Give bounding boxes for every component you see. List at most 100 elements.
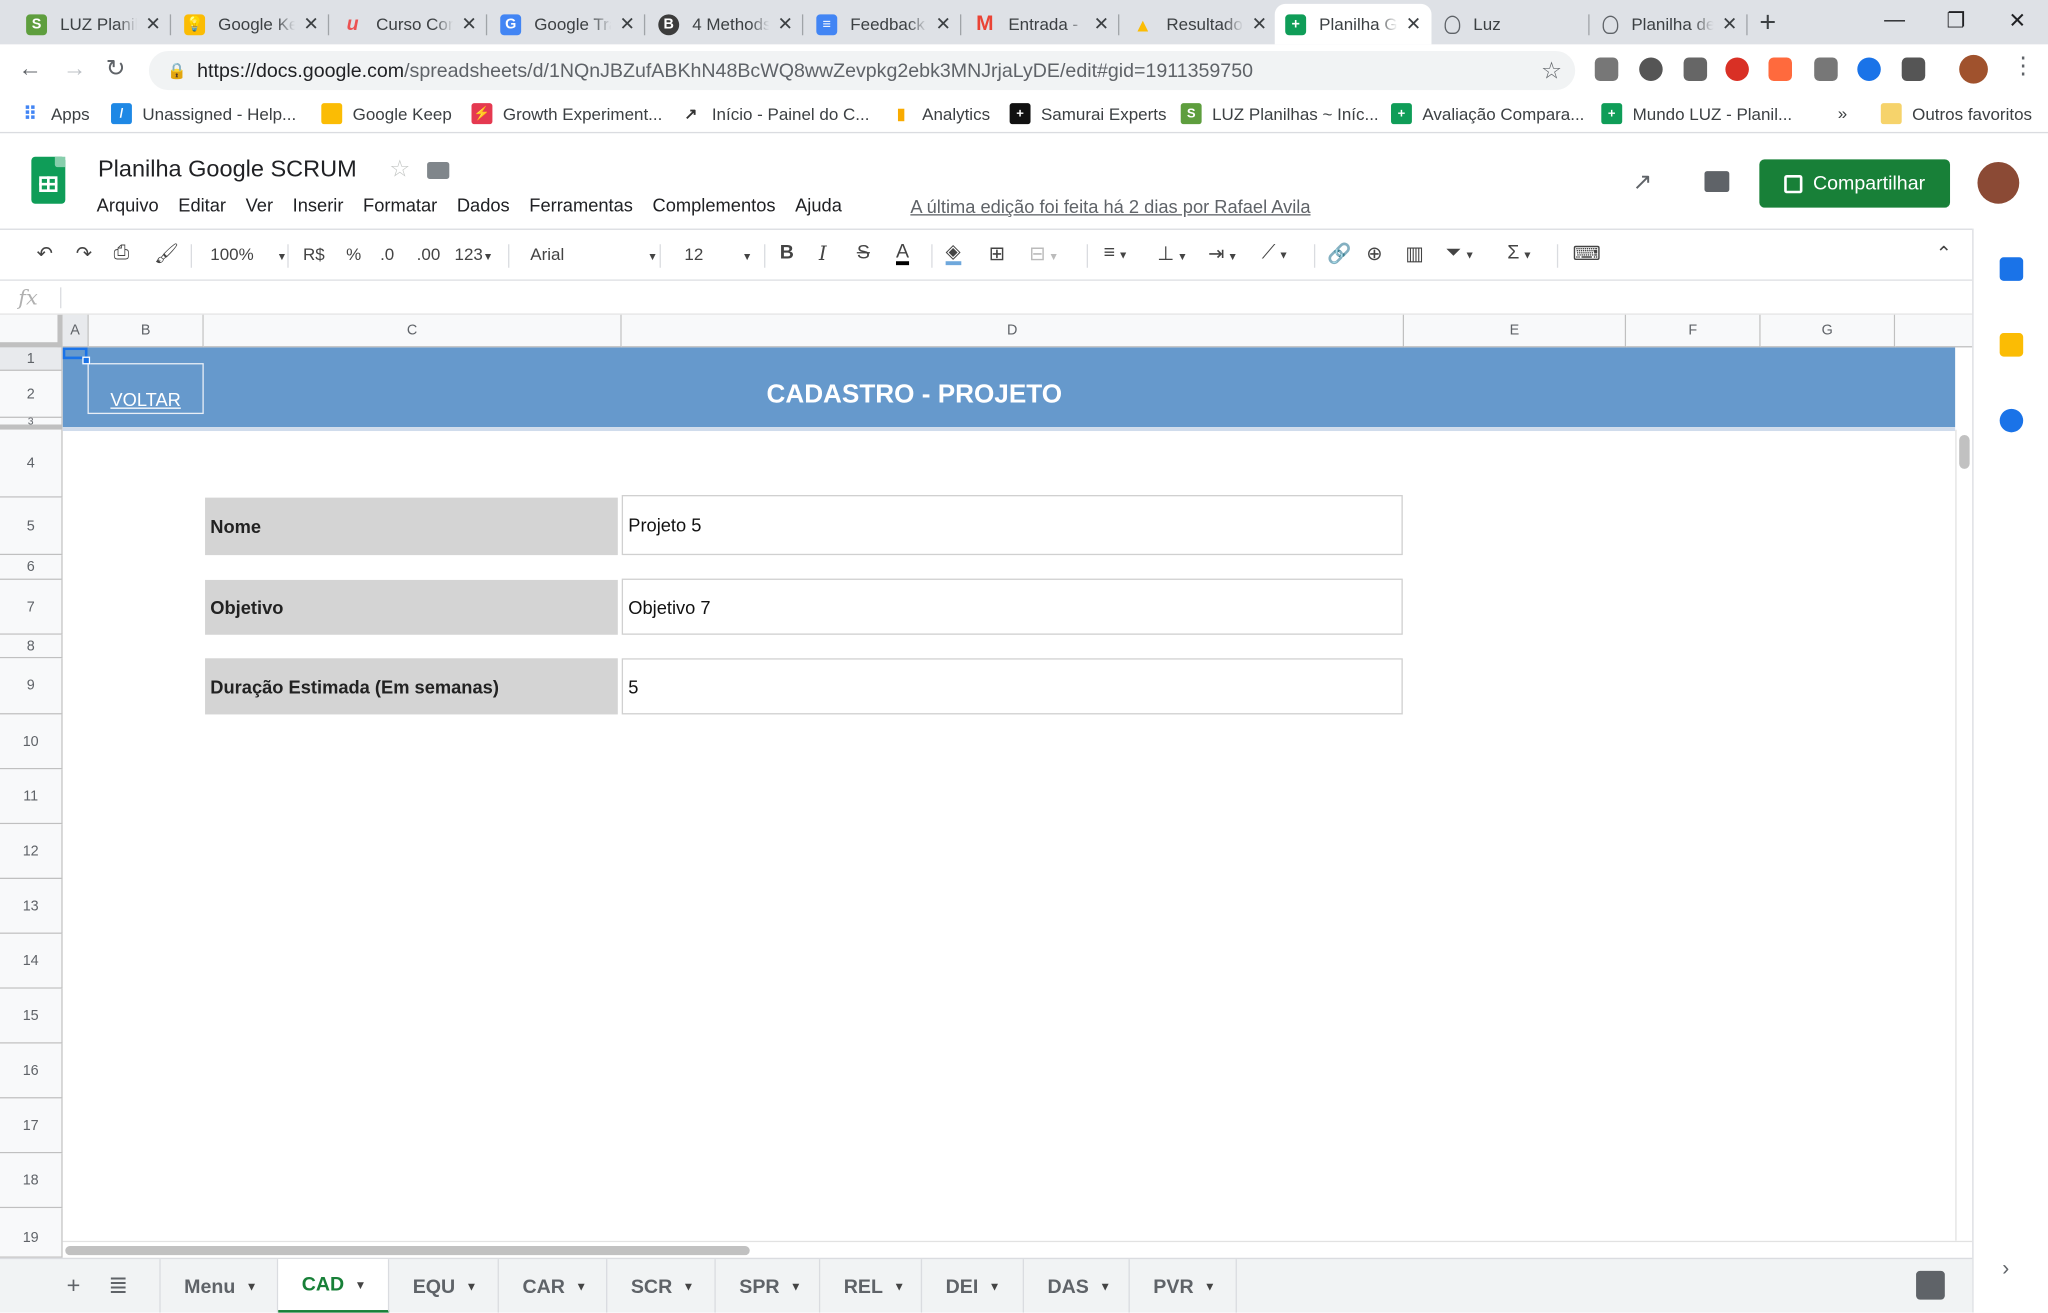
collapse-toolbar-icon[interactable]: ⌃ xyxy=(1936,242,1952,265)
row-header-16[interactable]: 16 xyxy=(0,1043,63,1099)
merge-cells-icon[interactable]: ⊟ ▼ xyxy=(1029,242,1059,265)
text-rotation-icon[interactable]: ⟋ ▼ xyxy=(1262,242,1289,264)
sheet-tab-scr[interactable]: SCR ▼ xyxy=(607,1259,716,1313)
functions-icon[interactable]: Σ ▼ xyxy=(1507,242,1532,264)
address-bar[interactable]: 🔒 https://docs.google.com/spreadsheets/d… xyxy=(148,50,1576,91)
sheet-tab-pvr[interactable]: PVR ▼ xyxy=(1130,1259,1237,1313)
account-avatar[interactable] xyxy=(1977,161,2020,204)
browser-tab-4-methods[interactable]: B 4 Methods ✕ xyxy=(648,4,804,44)
bookmark-luz-planilhas[interactable]: S LUZ Planilhas ~ Iníc... xyxy=(1180,103,1379,125)
text-wrap-icon[interactable]: ⇥ ▼ xyxy=(1208,242,1238,265)
column-header-f[interactable]: F xyxy=(1626,314,1761,348)
print-icon[interactable]: ⎙ xyxy=(114,242,130,264)
explore-icon[interactable] xyxy=(1916,1270,1945,1300)
insert-link-icon[interactable]: 🔗 xyxy=(1327,242,1351,265)
row-header-3[interactable]: 3 xyxy=(0,415,63,430)
percent-button[interactable]: % xyxy=(346,244,361,264)
row-header-13[interactable]: 13 xyxy=(0,879,63,934)
number-format-select[interactable]: 123▼ xyxy=(455,244,494,264)
keep-icon[interactable] xyxy=(1999,333,2024,357)
browser-tab-gmail[interactable]: M Entrada - ✕ xyxy=(964,4,1120,44)
row-header-11[interactable]: 11 xyxy=(0,769,63,825)
bookmark-mundo-luz[interactable]: + Mundo LUZ - Planil... xyxy=(1601,103,1792,125)
close-window-icon[interactable]: ✕ xyxy=(1987,0,2048,42)
bookmark-avaliacao[interactable]: + Avaliação Compara... xyxy=(1391,103,1584,125)
menu-ajuda[interactable]: Ajuda xyxy=(795,195,842,216)
row-header-17[interactable]: 17 xyxy=(0,1098,63,1154)
bookmark-unassigned[interactable]: / Unassigned - Help... xyxy=(111,103,296,125)
column-header-a[interactable]: A xyxy=(62,314,89,348)
menu-ferramentas[interactable]: Ferramentas xyxy=(529,195,633,216)
menu-complementos[interactable]: Complementos xyxy=(653,195,776,216)
decrease-decimal-button[interactable]: .0 xyxy=(380,244,394,264)
redo-icon[interactable]: ↷ xyxy=(76,242,92,265)
back-icon[interactable]: ← xyxy=(18,55,42,82)
bookmark-apps[interactable]: ⠿ Apps xyxy=(20,103,90,124)
all-sheets-icon[interactable]: ≣ xyxy=(108,1272,128,1299)
column-header-b[interactable]: B xyxy=(88,314,204,348)
minimize-icon[interactable]: — xyxy=(1864,0,1925,42)
sheet-tab-cad[interactable]: CAD ▼ xyxy=(278,1259,390,1313)
filter-icon[interactable]: ⏷ ▼ xyxy=(1446,242,1475,264)
star-icon[interactable]: ☆ xyxy=(389,155,410,182)
field-value-objetivo[interactable]: Objetivo 7 xyxy=(621,578,1403,635)
borders-icon[interactable]: ⊞ xyxy=(989,242,1005,265)
row-header-15[interactable]: 15 xyxy=(0,988,63,1044)
close-tab-icon[interactable]: ✕ xyxy=(303,13,318,35)
align-left-icon[interactable]: ≡ ▼ xyxy=(1104,242,1129,264)
browser-tab-planilha-scrum[interactable]: + Planilha Google SCRUM ✕ xyxy=(1274,3,1432,45)
sheet-tab-spr[interactable]: SPR ▼ xyxy=(716,1259,821,1313)
column-header-d[interactable]: D xyxy=(621,314,1405,348)
extension-icon[interactable] xyxy=(1768,57,1792,81)
tasks-icon[interactable] xyxy=(1999,408,2024,433)
voltar-button[interactable]: VOLTAR xyxy=(87,363,204,415)
paint-format-icon[interactable]: 🖌 xyxy=(154,242,179,265)
profile-avatar[interactable] xyxy=(1959,54,1988,84)
folder-icon[interactable] xyxy=(427,161,450,179)
select-all-corner[interactable] xyxy=(0,314,63,348)
browser-tab-google-tradutor[interactable]: G Google Tradutor ✕ xyxy=(490,4,646,44)
column-header-g[interactable]: G xyxy=(1760,314,1896,348)
close-tab-icon[interactable]: ✕ xyxy=(619,13,634,35)
sheet-tab-car[interactable]: CAR ▼ xyxy=(499,1259,608,1313)
vertical-align-icon[interactable]: ⊥ ▼ xyxy=(1157,242,1187,265)
bookmark-inicio[interactable]: ↗ Início - Painel do C... xyxy=(680,103,869,124)
browser-tab-feedback[interactable]: ≡ Feedback ✕ xyxy=(806,4,962,44)
row-header-19[interactable]: 19 xyxy=(0,1208,63,1258)
menu-ver[interactable]: Ver xyxy=(246,195,273,216)
row-header-10[interactable]: 10 xyxy=(0,714,63,770)
sheets-logo-icon[interactable] xyxy=(31,156,66,204)
insert-chart-icon[interactable]: ▥ xyxy=(1405,242,1424,265)
row-header-14[interactable]: 14 xyxy=(0,933,63,989)
expand-panel-icon[interactable]: › xyxy=(2002,1258,2009,1282)
increase-decimal-button[interactable]: .00 xyxy=(417,244,441,264)
bookmark-google-keep[interactable]: Google Keep xyxy=(321,103,452,125)
browser-tab-luz[interactable]: Luz xyxy=(1434,4,1590,44)
zoom-select[interactable]: 100% ▼ xyxy=(210,244,287,264)
browser-tab-luz-planilhas[interactable]: S LUZ Planilhas ✕ xyxy=(16,4,172,44)
browser-tab-curso[interactable]: u Curso Completo ✕ xyxy=(332,4,488,44)
reload-icon[interactable]: ↻ xyxy=(106,55,126,82)
close-tab-icon[interactable]: ✕ xyxy=(461,13,476,35)
bookmark-growth[interactable]: ⚡ Growth Experiment... xyxy=(471,103,662,125)
activity-trend-icon[interactable]: ↗ xyxy=(1633,168,1653,195)
row-header-18[interactable]: 18 xyxy=(0,1153,63,1209)
row-header-9[interactable]: 9 xyxy=(0,658,63,715)
close-tab-icon[interactable]: ✕ xyxy=(1722,13,1737,35)
extension-icon[interactable] xyxy=(1901,57,1926,81)
row-header-2[interactable]: 2 xyxy=(0,370,63,418)
bookmark-other[interactable]: Outros favoritos xyxy=(1880,103,2032,125)
sheet-tab-equ[interactable]: EQU ▼ xyxy=(389,1259,499,1313)
add-sheet-icon[interactable]: + xyxy=(67,1272,81,1299)
menu-editar[interactable]: Editar xyxy=(178,195,226,216)
close-tab-icon[interactable]: ✕ xyxy=(1406,13,1421,35)
browser-tab-google-keep[interactable]: 💡 Google Keep ✕ xyxy=(174,4,330,44)
browser-tab-planilha-de[interactable]: Planilha de ✕ xyxy=(1592,4,1748,44)
row-header-5[interactable]: 5 xyxy=(0,497,63,556)
comments-icon[interactable] xyxy=(1704,171,1730,192)
field-value-duracao[interactable]: 5 xyxy=(621,658,1403,715)
browser-tab-drive[interactable]: ▲ Resultados ✕ xyxy=(1122,4,1277,44)
close-tab-icon[interactable]: ✕ xyxy=(145,13,160,35)
extension-icon[interactable] xyxy=(1725,57,1749,81)
fill-handle[interactable] xyxy=(82,356,91,365)
